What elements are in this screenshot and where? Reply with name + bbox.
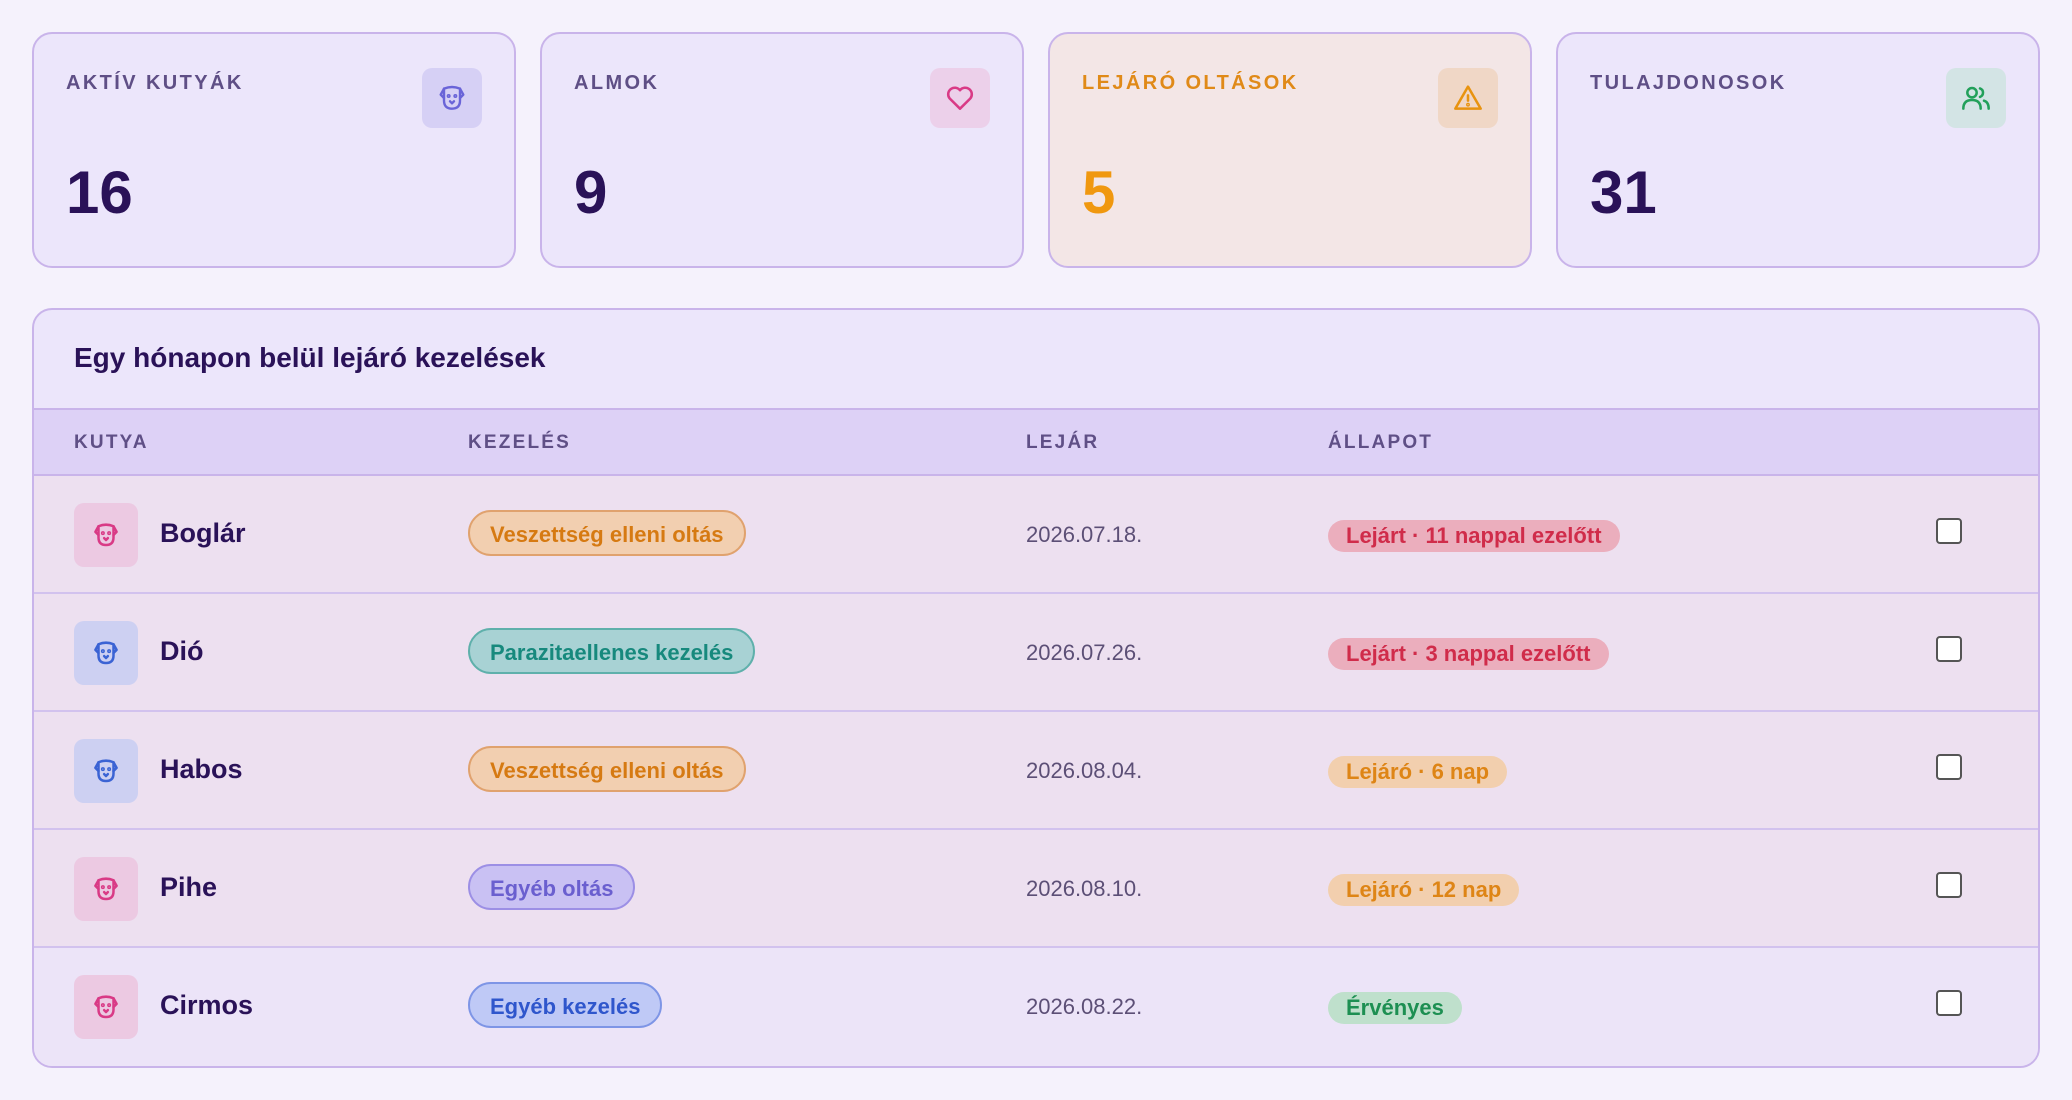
expiry-date: 2026.08.22. <box>1026 994 1143 1019</box>
stat-value: 31 <box>1590 159 1657 226</box>
dog-name[interactable]: Pihe <box>160 872 217 903</box>
dog-avatar <box>74 857 138 921</box>
column-header-expires[interactable]: LEJÁR <box>1026 432 1099 454</box>
dog-icon <box>94 523 118 547</box>
users-icon <box>1962 86 1990 110</box>
stat-card-litters: ALMOK 9 <box>540 32 1024 268</box>
stat-value: 16 <box>66 159 133 226</box>
stat-icon-box <box>1946 68 2006 128</box>
stat-label: TULAJDONOSOK <box>1590 72 1787 94</box>
expiring-treatments-panel: Egy hónapon belül lejáró kezelések KUTYA… <box>32 308 2040 1068</box>
expiry-date: 2026.08.10. <box>1026 876 1143 901</box>
table-row[interactable]: Dió Parazitaellenes kezelés 2026.07.26. Lej… <box>34 594 2038 712</box>
table-row[interactable]: Pihe Egyéb oltás 2026.08.10. Lejáró · 12 na… <box>34 830 2038 948</box>
dog-name[interactable]: Habos <box>160 754 243 785</box>
status-badge: Lejárt · 11 nappal ezelőtt <box>1328 520 1620 552</box>
stat-label: ALMOK <box>574 72 660 94</box>
stat-label: AKTÍV KUTYÁK <box>66 72 244 94</box>
stat-card-expiring-vaccinations: LEJÁRÓ OLTÁSOK 5 <box>1048 32 1532 268</box>
stat-icon-box <box>422 68 482 128</box>
dog-name[interactable]: Cirmos <box>160 990 253 1021</box>
treatment-pill: Veszettség elleni oltás <box>468 746 746 792</box>
expiry-date: 2026.07.26. <box>1026 640 1143 665</box>
stat-icon-box <box>1438 68 1498 128</box>
stats-row: AKTÍV KUTYÁK 16 ALMOK 9 LEJÁRÓ OLTÁSOK 5 <box>32 32 2040 268</box>
table-row[interactable]: Boglár Veszettség elleni oltás 2026.07.18.… <box>34 476 2038 594</box>
status-badge: Érvényes <box>1328 992 1462 1024</box>
table-row[interactable]: Cirmos Egyéb kezelés 2026.08.22. Érvényes <box>34 948 2038 1066</box>
warning-icon <box>1454 85 1482 110</box>
stat-label: LEJÁRÓ OLTÁSOK <box>1082 72 1299 94</box>
dog-name[interactable]: Dió <box>160 636 204 667</box>
status-badge: Lejáró · 6 nap <box>1328 756 1508 788</box>
expiry-date: 2026.08.04. <box>1026 758 1143 783</box>
table-header: KUTYA KEZELÉS LEJÁR ÁLLAPOT <box>34 408 2038 476</box>
dog-avatar <box>74 975 138 1039</box>
stat-card-active-dogs: AKTÍV KUTYÁK 16 <box>32 32 516 268</box>
dog-icon <box>439 85 465 110</box>
status-badge: Lejárt · 3 nappal ezelőtt <box>1328 638 1609 670</box>
column-header-dog[interactable]: KUTYA <box>74 432 149 454</box>
row-checkbox[interactable] <box>1936 636 1962 662</box>
dog-icon <box>94 877 118 901</box>
panel-title: Egy hónapon belül lejáró kezelések <box>74 342 546 373</box>
row-checkbox[interactable] <box>1936 990 1962 1016</box>
stat-card-owners: TULAJDONOSOK 31 <box>1556 32 2040 268</box>
column-header-status[interactable]: ÁLLAPOT <box>1328 432 1433 454</box>
treatment-pill: Egyéb kezelés <box>468 982 663 1028</box>
status-badge: Lejáró · 12 nap <box>1328 874 1520 906</box>
stat-icon-box <box>930 68 990 128</box>
treatment-pill: Parazitaellenes kezelés <box>468 628 756 674</box>
stat-value: 9 <box>574 159 608 226</box>
column-header-treatment[interactable]: KEZELÉS <box>468 432 571 454</box>
treatment-pill: Egyéb oltás <box>468 864 636 910</box>
dog-icon <box>94 995 118 1019</box>
treatment-pill: Veszettség elleni oltás <box>468 510 746 556</box>
dog-icon <box>94 759 118 783</box>
dog-name[interactable]: Boglár <box>160 518 246 549</box>
expiry-date: 2026.07.18. <box>1026 522 1143 547</box>
stat-value: 5 <box>1082 159 1116 226</box>
row-checkbox[interactable] <box>1936 872 1962 898</box>
row-checkbox[interactable] <box>1936 754 1962 780</box>
table-row[interactable]: Habos Veszettség elleni oltás 2026.08.04. L… <box>34 712 2038 830</box>
heart-icon <box>946 86 974 110</box>
dog-icon <box>94 641 118 665</box>
dog-avatar <box>74 621 138 685</box>
dog-avatar <box>74 739 138 803</box>
dog-avatar <box>74 503 138 567</box>
row-checkbox[interactable] <box>1936 518 1962 544</box>
